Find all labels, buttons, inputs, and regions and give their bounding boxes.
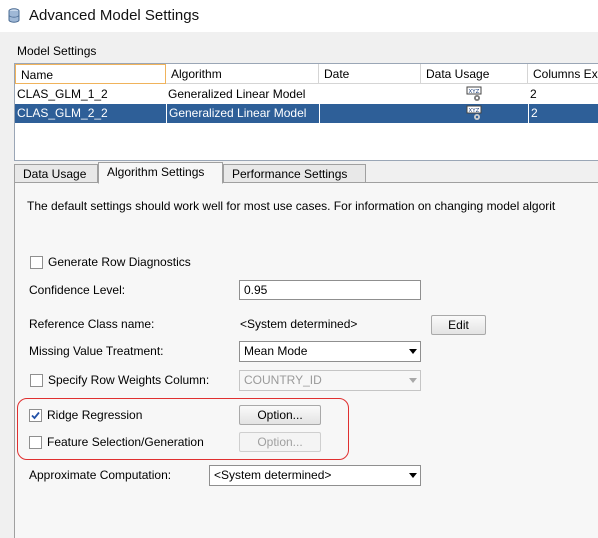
column-header-name[interactable]: Name: [15, 64, 166, 84]
window-title: Advanced Model Settings: [29, 7, 200, 24]
model-settings-label: Model Settings: [17, 44, 97, 58]
generate-row-diagnostics-checkbox[interactable]: [30, 256, 43, 269]
row-weights-select[interactable]: COUNTRY_ID: [239, 370, 421, 391]
data-usage-icon[interactable]: XYZ: [464, 105, 484, 124]
chevron-down-icon: [409, 349, 417, 354]
column-header-columns[interactable]: Columns Ex: [528, 64, 598, 84]
data-usage-icon[interactable]: XYZ: [464, 86, 484, 105]
columns-cell: 2: [530, 87, 537, 101]
missing-value-treatment-label: Missing Value Treatment:: [29, 344, 164, 358]
chevron-down-icon: [409, 378, 417, 383]
tab-algorithm-settings[interactable]: Algorithm Settings: [98, 162, 223, 184]
highlight-annotation: [17, 398, 349, 460]
intro-text: The default settings should work well fo…: [27, 199, 556, 213]
approximate-computation-select[interactable]: <System determined>: [209, 465, 421, 486]
row-weights-label: Specify Row Weights Column:: [48, 373, 210, 387]
missing-value-treatment-value: Mean Mode: [244, 344, 308, 358]
approximate-computation-label: Approximate Computation:: [29, 468, 172, 482]
model-name-cell: CLAS_GLM_1_2: [17, 87, 108, 101]
chevron-down-icon: [409, 473, 417, 478]
date-cell: [319, 85, 421, 104]
algorithm-cell: Generalized Linear Model: [168, 87, 306, 101]
approximate-computation-value: <System determined>: [214, 468, 332, 482]
svg-text:XYZ: XYZ: [469, 89, 480, 95]
reference-class-value: <System determined>: [240, 317, 358, 331]
column-header-data-usage[interactable]: Data Usage: [421, 64, 528, 84]
reference-class-label: Reference Class name:: [29, 317, 155, 331]
model-settings-table[interactable]: Name Algorithm Date Data Usage Columns E…: [14, 63, 598, 161]
missing-value-treatment-select[interactable]: Mean Mode: [239, 341, 421, 362]
confidence-level-label: Confidence Level:: [29, 283, 126, 297]
model-name-cell: CLAS_GLM_2_2: [17, 106, 108, 120]
generate-row-diagnostics-label: Generate Row Diagnostics: [48, 255, 191, 269]
algorithm-cell: Generalized Linear Model: [166, 104, 319, 123]
table-row-selected[interactable]: CLAS_GLM_2_2 Generalized Linear Model XY…: [15, 104, 598, 123]
settings-tabs: Data Usage Algorithm Settings Performanc…: [14, 162, 598, 184]
database-icon: [8, 8, 20, 23]
title-bar: Advanced Model Settings: [0, 0, 598, 32]
svg-text:XYZ: XYZ: [469, 108, 480, 114]
confidence-level-input[interactable]: 0.95: [239, 280, 421, 300]
tab-performance-settings[interactable]: Performance Settings: [223, 164, 366, 183]
row-weights-checkbox[interactable]: [30, 374, 43, 387]
date-cell: [319, 104, 421, 123]
column-header-algorithm[interactable]: Algorithm: [166, 64, 319, 84]
column-header-date[interactable]: Date: [319, 64, 421, 84]
row-weights-value: COUNTRY_ID: [244, 373, 322, 387]
tab-data-usage[interactable]: Data Usage: [14, 164, 98, 183]
edit-reference-class-button[interactable]: Edit: [431, 315, 486, 335]
table-row[interactable]: CLAS_GLM_1_2 Generalized Linear Model XY…: [15, 85, 598, 104]
columns-cell: 2: [528, 104, 598, 123]
